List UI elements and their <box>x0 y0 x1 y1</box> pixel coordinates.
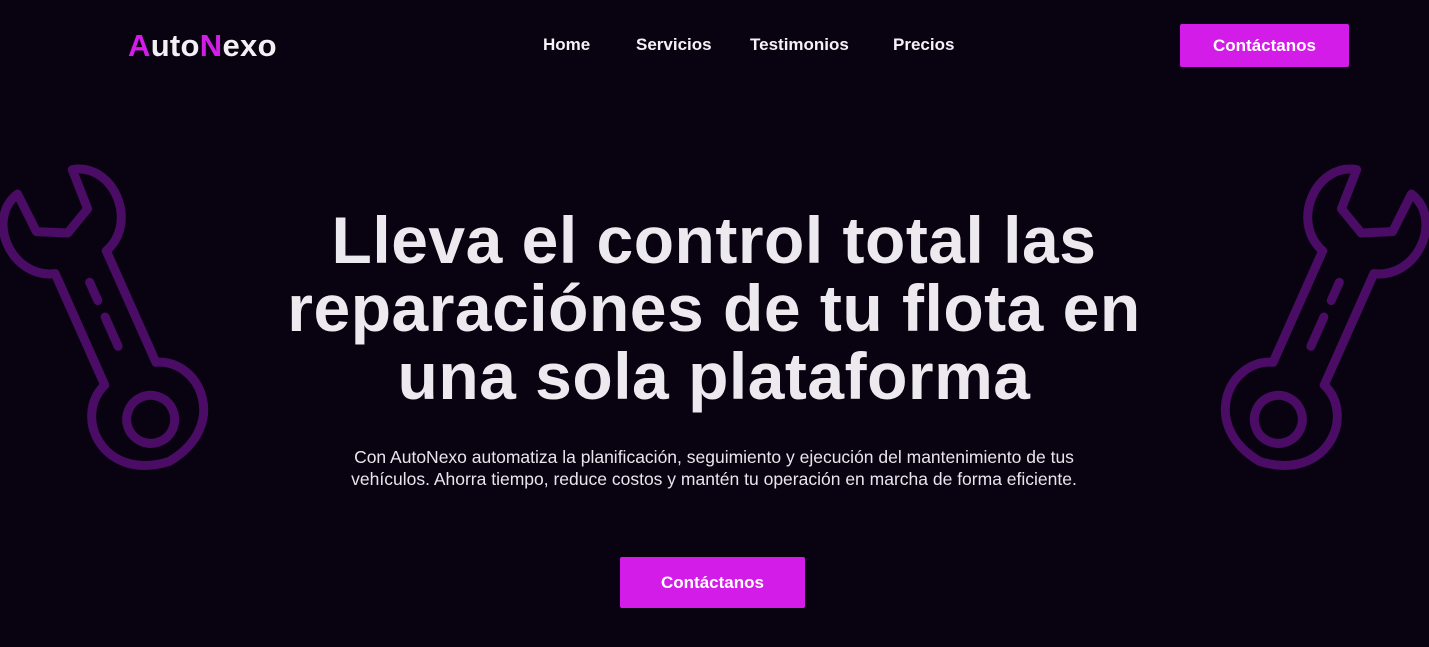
contact-button-header[interactable]: Contáctanos <box>1180 24 1349 67</box>
hero-subtitle: Con AutoNexo automatiza la planificación… <box>264 446 1164 490</box>
hero-subtitle-line: Con AutoNexo automatiza la planificación… <box>354 447 1074 467</box>
navbar: AutoNexo Home Servicios Testimonios Prec… <box>0 0 1429 92</box>
hero-title-line: una sola plataforma <box>397 339 1031 413</box>
logo-text-uto: uto <box>150 28 200 63</box>
nav-link-testimonios[interactable]: Testimonios <box>750 34 849 56</box>
hero-title-line: Lleva el control total las <box>331 203 1097 277</box>
hero-subtitle-line: vehículos. Ahorra tiempo, reduce costos … <box>351 469 1077 489</box>
logo-text-exo: exo <box>222 28 277 63</box>
hero-title: Lleva el control total las reparaciónes … <box>164 206 1264 410</box>
logo-letter-a: A <box>128 28 151 63</box>
logo-letter-n: N <box>199 28 223 63</box>
brand-logo[interactable]: AutoNexo <box>128 26 277 66</box>
nav-link-home[interactable]: Home <box>543 34 590 56</box>
nav-link-servicios[interactable]: Servicios <box>636 34 712 56</box>
contact-button-hero[interactable]: Contáctanos <box>620 557 805 608</box>
nav-link-precios[interactable]: Precios <box>893 34 954 56</box>
hero-title-line: reparaciónes de tu flota en <box>287 271 1141 345</box>
